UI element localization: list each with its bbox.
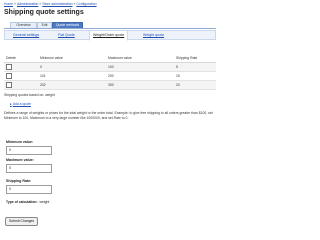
shipping-rate-input[interactable]: 0 (6, 185, 52, 194)
delete-checkbox[interactable] (6, 82, 12, 88)
calculation-type-value: weight (39, 200, 50, 204)
min-cell: 101 (38, 71, 106, 81)
rate-cell: 15 (174, 71, 216, 81)
breadcrumb-administration[interactable]: Administration (17, 2, 38, 6)
tab-weight-quote[interactable]: Weight quote (143, 33, 164, 37)
breadcrumb-configuration[interactable]: Configuration (76, 2, 96, 6)
header-maximum-value: Maximum value (106, 54, 174, 63)
page-title: Shipping quote settings (4, 9, 84, 16)
tab-flat-quote[interactable]: Flat Quote (58, 33, 75, 37)
quotes-table: Delete Minimum value Maximum value Shipp… (4, 54, 216, 90)
table-row: 0 100 5 (4, 62, 216, 72)
delete-checkbox[interactable] (6, 64, 12, 70)
max-cell: 200 (106, 71, 174, 81)
min-cell: 202 (38, 80, 106, 90)
add-quote-link[interactable]: ▸Add a quote (10, 102, 31, 106)
table-header-row: Delete Minimum value Maximum value Shipp… (4, 54, 216, 63)
rate-cell: 5 (174, 62, 216, 72)
shipping-rate-label: Shipping Rate: (6, 179, 32, 183)
tab-general-settings[interactable]: General settings (13, 33, 39, 37)
add-quote-label: Add a quote (12, 102, 31, 106)
max-cell: 100 (106, 62, 174, 72)
quote-basis-text: Shipping quotes based on: weight (4, 93, 55, 97)
maximum-value-label: Maximum value: (6, 158, 34, 162)
description-text: Defines a range of weights or prices for… (4, 111, 213, 121)
breadcrumb-store-administration[interactable]: Store administration (42, 2, 72, 6)
table-row: 202 300 20 (4, 80, 216, 90)
max-cell: 300 (106, 80, 174, 90)
header-minimum-value: Minimum value (38, 54, 106, 63)
secondary-tabs: General settings Flat Quote Weight/Order… (4, 30, 216, 41)
minimum-value-input[interactable]: 0 (6, 146, 52, 155)
delete-cell (4, 62, 38, 72)
header-delete: Delete (4, 54, 38, 63)
primary-tabs: Overview Edit Quote methods (4, 22, 216, 29)
table-row: 101 200 15 (4, 71, 216, 81)
tab-overview[interactable]: Overview (10, 22, 37, 28)
tab-weight-order-quote[interactable]: Weight/Order quote (89, 30, 129, 41)
submit-changes-button[interactable]: Submit Changes (5, 217, 39, 226)
breadcrumb: Home»Administration»Store administration… (4, 2, 97, 6)
minimum-value-label: Minimum value: (6, 140, 34, 144)
delete-checkbox[interactable] (6, 73, 12, 79)
calculation-type-label: Type of calculation: (6, 200, 38, 204)
tab-quote-methods[interactable]: Quote methods (52, 22, 83, 28)
maximum-value-input[interactable]: 0 (6, 164, 52, 173)
delete-cell (4, 71, 38, 81)
calculation-type: Type of calculation: weight (6, 200, 49, 204)
rate-cell: 20 (174, 80, 216, 90)
breadcrumb-home[interactable]: Home (4, 2, 13, 6)
delete-cell (4, 80, 38, 90)
header-shipping-rate: Shipping Rate (174, 54, 216, 63)
tab-edit[interactable]: Edit (37, 22, 52, 28)
min-cell: 0 (38, 62, 106, 72)
plus-icon: ▸ (10, 102, 12, 106)
